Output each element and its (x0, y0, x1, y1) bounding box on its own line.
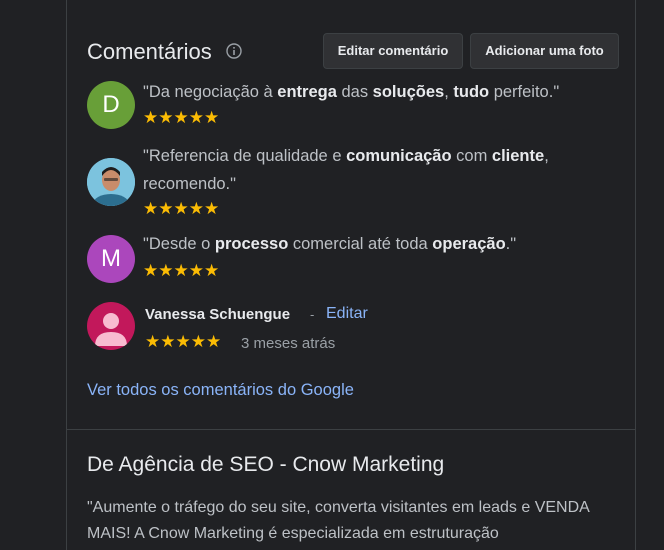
reviewer-name[interactable]: Vanessa Schuengue (145, 306, 290, 323)
divider (67, 429, 635, 430)
review-text-part: "Referencia de qualidade e (143, 147, 347, 165)
review-text-part: comercial até toda (288, 235, 433, 253)
star-rating: ★★★★★ (143, 261, 220, 280)
add-photo-button[interactable]: Adicionar uma foto (470, 33, 619, 69)
avatar-letter: D (102, 91, 120, 118)
review-time: 3 meses atrás (241, 335, 336, 352)
review-text-part: "Desde o (143, 235, 215, 253)
review-text-part: ." (505, 235, 517, 253)
review-item: D "Da negociação à entrega das soluções,… (87, 80, 615, 130)
description-title: De Agência de SEO - Cnow Marketing (87, 453, 445, 476)
user-review: Vanessa Schuengue - Editar ★★★★★ 3 meses… (87, 302, 615, 354)
edit-review-button[interactable]: Editar comentário (323, 33, 463, 69)
review-text: "Da negociação à entrega das soluções, t… (143, 78, 615, 106)
description-text: "Aumente o tráfego do seu site, converta… (87, 499, 589, 542)
review-item: M "Desde o processo comercial até toda o… (87, 233, 615, 283)
review-keyword: comunicação (346, 147, 452, 165)
avatar-letter: M (101, 245, 121, 272)
review-keyword: cliente (491, 147, 545, 165)
page: Comentários Editar comentário Adicionar … (0, 0, 664, 550)
review-keyword: tudo (453, 83, 490, 101)
review-text: "Desde o processo comercial até toda ope… (143, 230, 615, 258)
review-text-part: perfeito." (489, 83, 560, 101)
avatar[interactable]: M (87, 235, 135, 283)
avatar[interactable]: D (87, 81, 135, 129)
review-keyword: entrega (277, 83, 337, 101)
review-keyword: operação (432, 235, 506, 253)
review-text-part: com (451, 147, 492, 165)
review-keyword: processo (214, 235, 289, 253)
reviews-header: Comentários Editar comentário Adicionar … (87, 33, 619, 69)
star-rating: ★★★★★ (143, 199, 220, 218)
knowledge-panel: Comentários Editar comentário Adicionar … (66, 0, 636, 550)
profile-photo-avatar (87, 158, 135, 206)
star-rating: ★★★★★ (143, 108, 220, 127)
review-item: "Referencia de qualidade e comunicação c… (87, 142, 615, 222)
review-text-part: , (444, 83, 454, 101)
info-icon[interactable] (226, 43, 242, 59)
reviews-title: Comentários (87, 39, 212, 64)
review-text-part: "Da negociação à (143, 83, 278, 101)
review-text-part: das (336, 83, 373, 101)
all-reviews-link[interactable]: Ver todos os comentários do Google (87, 381, 354, 400)
separator: - (310, 307, 315, 322)
person-silhouette-icon (95, 313, 127, 346)
edit-link[interactable]: Editar (326, 305, 368, 323)
user-avatar[interactable] (87, 302, 135, 350)
review-keyword: soluções (372, 83, 445, 101)
avatar[interactable] (87, 158, 135, 206)
star-rating: ★★★★★ (145, 332, 222, 351)
review-text: "Referencia de qualidade e comunicação c… (143, 142, 615, 198)
